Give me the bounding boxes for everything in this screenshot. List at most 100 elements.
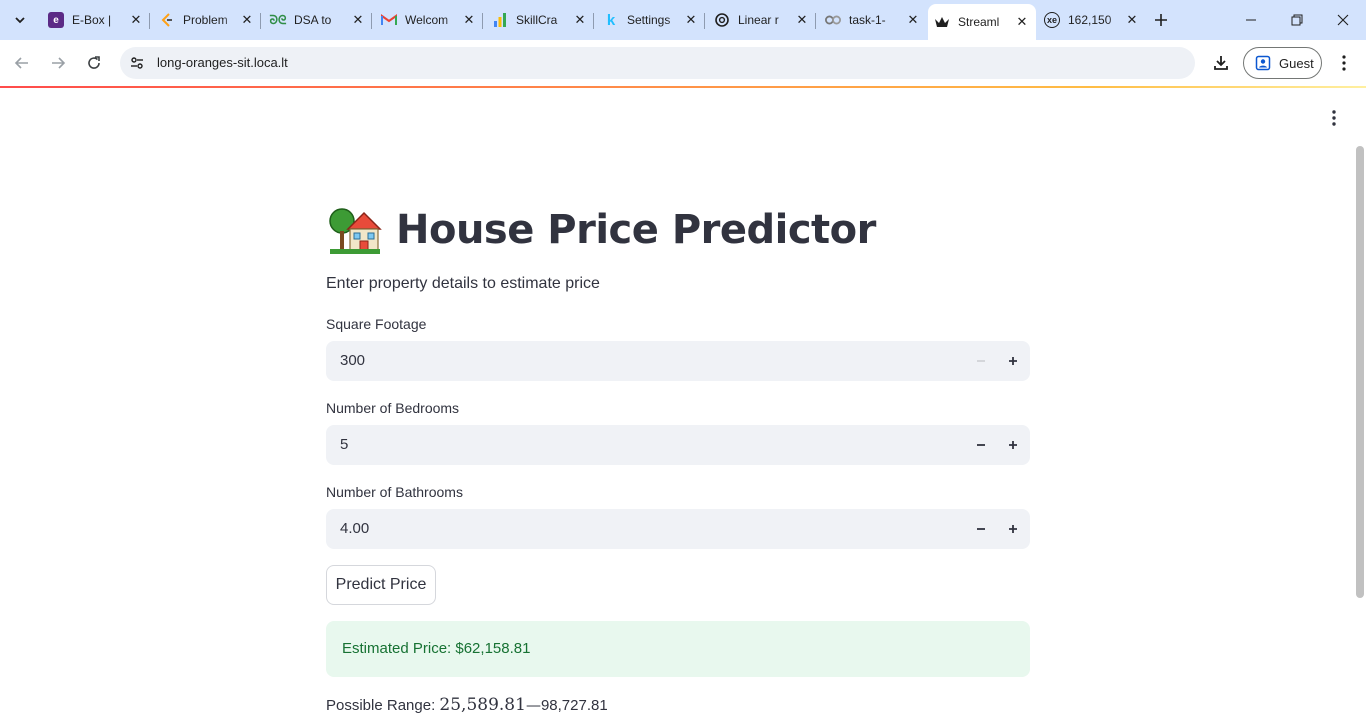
- site-settings-icon[interactable]: [129, 55, 145, 71]
- reload-button[interactable]: [80, 49, 108, 77]
- url-text: long-oranges-sit.loca.lt: [157, 55, 288, 70]
- success-alert: Estimated Price: $62,158.81: [326, 621, 1030, 677]
- download-icon: [1214, 56, 1228, 70]
- tab-title: Problem: [183, 13, 228, 27]
- tab-separator: [593, 13, 594, 29]
- tab-title: Welcom: [405, 13, 449, 27]
- arrow-right-icon: [52, 57, 66, 69]
- close-icon[interactable]: ✕: [1014, 14, 1030, 30]
- ebox-favicon: e: [48, 12, 64, 28]
- tab-ebox[interactable]: e E-Box | ✕: [42, 6, 150, 34]
- sqft-number-input[interactable]: 300: [326, 341, 1030, 381]
- bathrooms-decrement-button[interactable]: [965, 513, 997, 545]
- gmail-favicon: [381, 12, 397, 28]
- sqft-value[interactable]: 300: [340, 352, 365, 369]
- plus-icon: [1155, 14, 1167, 26]
- openai-favicon: [714, 12, 730, 28]
- minus-icon: [977, 360, 985, 362]
- browser-menu-button[interactable]: [1330, 49, 1358, 77]
- app-main-menu-button[interactable]: [1322, 106, 1346, 130]
- chevron-down-icon: [15, 17, 25, 24]
- profile-button[interactable]: Guest: [1243, 47, 1322, 79]
- close-icon[interactable]: ✕: [905, 12, 921, 28]
- browser-toolbar: long-oranges-sit.loca.lt Guest: [0, 40, 1366, 86]
- close-icon[interactable]: ✕: [1124, 12, 1140, 28]
- skillcraft-favicon: [492, 12, 508, 28]
- estimated-price-text: Estimated Price: $62,158.81: [342, 640, 531, 657]
- close-icon[interactable]: ✕: [128, 12, 144, 28]
- colab-favicon: [825, 12, 841, 28]
- person-icon: [1255, 55, 1271, 71]
- browser-window: e E-Box | ✕ Problem ✕ ᘐᘓ DSA to ✕ Welcom…: [0, 0, 1366, 728]
- page-scrollbar[interactable]: [1356, 146, 1364, 598]
- tab-title: 162,150: [1068, 13, 1112, 27]
- minus-icon: [977, 444, 985, 446]
- xe-favicon: xe: [1044, 12, 1060, 28]
- tab-separator: [482, 13, 483, 29]
- tab-gmail[interactable]: Welcom ✕: [375, 6, 483, 34]
- app-viewport: House Price Predictor Enter property det…: [0, 88, 1366, 728]
- plus-icon: [1009, 525, 1017, 533]
- close-icon[interactable]: ✕: [461, 12, 477, 28]
- page-title-row: House Price Predictor: [328, 202, 876, 258]
- arrow-left-icon: [14, 57, 28, 69]
- tab-linear[interactable]: Linear r ✕: [708, 6, 816, 34]
- restore-icon: [1291, 14, 1303, 26]
- tab-problem[interactable]: Problem ✕: [153, 6, 261, 34]
- range-dash: —: [525, 696, 541, 714]
- tab-colab[interactable]: task-1- ✕: [819, 6, 927, 34]
- tab-title: task-1-: [849, 13, 886, 27]
- predict-price-button[interactable]: Predict Price: [326, 565, 436, 605]
- bedrooms-value[interactable]: 5: [340, 436, 348, 453]
- reload-icon: [88, 56, 100, 69]
- close-icon[interactable]: ✕: [239, 12, 255, 28]
- tab-title: E-Box |: [72, 13, 112, 27]
- problem-favicon: [159, 12, 175, 28]
- tab-skillcraft[interactable]: SkillCra ✕: [486, 6, 594, 34]
- kebab-menu-icon: [1342, 55, 1346, 71]
- new-tab-button[interactable]: [1149, 8, 1173, 32]
- tab-settings[interactable]: k Settings ✕: [597, 6, 705, 34]
- tab-title: Settings: [627, 13, 671, 27]
- tab-title: SkillCra: [516, 13, 558, 27]
- minimize-icon: [1246, 19, 1256, 21]
- close-icon[interactable]: ✕: [683, 12, 699, 28]
- bedrooms-number-input[interactable]: 5: [326, 425, 1030, 465]
- restore-button[interactable]: [1274, 0, 1320, 40]
- bathrooms-value[interactable]: 4.00: [340, 520, 369, 537]
- tab-title: Linear r: [738, 13, 779, 27]
- tab-separator: [260, 13, 261, 29]
- close-window-button[interactable]: [1320, 0, 1366, 40]
- bathrooms-number-input[interactable]: 4.00: [326, 509, 1030, 549]
- forward-button[interactable]: [44, 49, 72, 77]
- house-with-garden-icon: [329, 208, 382, 254]
- profile-label: Guest: [1279, 55, 1314, 71]
- bathrooms-increment-button[interactable]: [997, 513, 1029, 545]
- close-icon[interactable]: ✕: [794, 12, 810, 28]
- page-title: House Price Predictor: [396, 207, 876, 253]
- minimize-button[interactable]: [1228, 0, 1274, 40]
- bedrooms-decrement-button[interactable]: [965, 429, 997, 461]
- bedrooms-label: Number of Bedrooms: [326, 400, 460, 416]
- tab-dsa[interactable]: ᘐᘓ DSA to ✕: [264, 6, 372, 34]
- downloads-button[interactable]: [1207, 49, 1235, 77]
- sqft-increment-button[interactable]: [997, 345, 1029, 377]
- tab-separator: [815, 13, 816, 29]
- close-icon[interactable]: ✕: [350, 12, 366, 28]
- tab-separator: [371, 13, 372, 29]
- gfg-favicon: ᘐᘓ: [269, 12, 287, 27]
- kaggle-favicon: k: [606, 11, 616, 29]
- range-prefix: Possible Range:: [326, 697, 440, 714]
- streamlit-favicon: [934, 14, 950, 30]
- tab-title: Streaml: [958, 15, 1000, 29]
- tab-search-button[interactable]: [6, 7, 34, 33]
- sqft-decrement-button[interactable]: [965, 345, 997, 377]
- close-icon: [1337, 14, 1349, 26]
- tab-xe[interactable]: xe 162,150 ✕: [1038, 6, 1146, 34]
- bedrooms-increment-button[interactable]: [997, 429, 1029, 461]
- tab-title: DSA to: [294, 13, 332, 27]
- back-button[interactable]: [8, 49, 36, 77]
- tab-streamlit[interactable]: Streaml ✕: [928, 4, 1036, 40]
- close-icon[interactable]: ✕: [572, 12, 588, 28]
- address-bar[interactable]: long-oranges-sit.loca.lt: [120, 47, 1195, 79]
